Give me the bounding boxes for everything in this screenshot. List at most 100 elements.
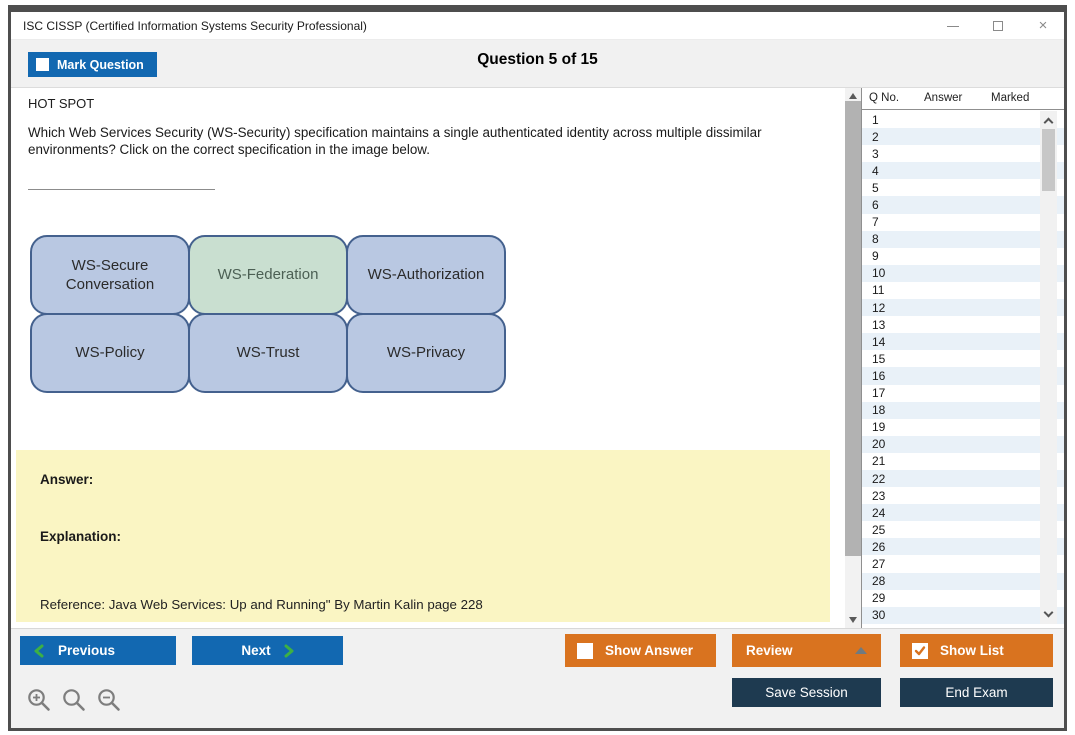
question-number: 16 [872,369,885,383]
question-list-row[interactable]: 4 [862,162,1064,179]
spec-box-label: WS-Privacy [387,343,465,363]
question-type-label: HOT SPOT [28,96,94,111]
review-label: Review [746,643,793,658]
question-list-row[interactable]: 18 [862,402,1064,419]
close-icon[interactable]: × [1036,19,1050,33]
question-list-row[interactable]: 23 [862,487,1064,504]
zoom-reset-icon[interactable] [61,687,87,713]
scroll-up-icon[interactable] [849,93,857,99]
spec-box-ws-secure-conversation[interactable]: WS-Secure Conversation [30,235,190,315]
question-number: 30 [872,608,885,622]
chevron-left-icon [34,644,44,658]
question-number: 27 [872,557,885,571]
scrollbar-thumb[interactable] [845,101,861,556]
spec-box-ws-trust[interactable]: WS-Trust [188,313,348,393]
zoom-out-icon[interactable] [96,687,122,713]
app-window: ISC CISSP (Certified Information Systems… [8,5,1067,731]
question-list-row[interactable]: 1 [862,111,1064,128]
zoom-in-icon[interactable] [26,687,52,713]
spec-box-label: WS-Federation [218,265,319,285]
spec-box-ws-policy[interactable]: WS-Policy [30,313,190,393]
column-header-answer: Answer [924,92,962,104]
question-list-row[interactable]: 2 [862,128,1064,145]
question-list-row[interactable]: 27 [862,555,1064,572]
scrollbar-thumb[interactable] [1042,129,1055,191]
question-number: 21 [872,454,885,468]
question-number: 4 [872,164,879,178]
question-list-row[interactable]: 20 [862,436,1064,453]
question-panel: HOT SPOT Which Web Services Security (WS… [11,88,845,628]
question-number: 14 [872,335,885,349]
question-panel-scrollbar[interactable] [845,88,861,628]
question-counter: Question 5 of 15 [11,51,1064,69]
spec-box-label: WS-Policy [75,343,144,363]
question-list-row[interactable]: 14 [862,333,1064,350]
question-list-row[interactable]: 3 [862,145,1064,162]
question-list-row[interactable]: 22 [862,470,1064,487]
spec-box-ws-federation[interactable]: WS-Federation [188,235,348,315]
spec-box-ws-privacy[interactable]: WS-Privacy [346,313,506,393]
question-number: 3 [872,147,879,161]
maximize-icon[interactable] [991,19,1005,33]
spec-box-label: WS-Secure Conversation [42,256,178,295]
next-button[interactable]: Next [192,636,343,665]
question-number: 7 [872,215,879,229]
question-list-row[interactable]: 15 [862,350,1064,367]
end-exam-button[interactable]: End Exam [900,678,1053,707]
scroll-up-icon[interactable] [1044,118,1054,128]
question-list-row[interactable]: 21 [862,453,1064,470]
show-list-button[interactable]: Show List [900,634,1053,667]
minimize-icon[interactable] [946,19,960,33]
question-number: 1 [872,113,879,127]
save-session-button[interactable]: Save Session [732,678,881,707]
question-list-row[interactable]: 5 [862,179,1064,196]
screen: ISC CISSP (Certified Information Systems… [0,0,1075,735]
question-list-row[interactable]: 17 [862,385,1064,402]
question-list-row[interactable]: 24 [862,504,1064,521]
question-list-row[interactable]: 26 [862,538,1064,555]
next-label: Next [241,643,270,658]
scroll-down-icon[interactable] [1044,608,1054,618]
spec-box-label: WS-Trust [237,343,300,363]
question-list-row[interactable]: 16 [862,367,1064,384]
question-list-row[interactable]: 30 [862,607,1064,624]
question-list-row[interactable]: 29 [862,590,1064,607]
show-list-checkbox[interactable] [912,643,928,659]
show-answer-checkbox[interactable] [577,643,593,659]
question-number: 15 [872,352,885,366]
question-list-row[interactable]: 11 [862,282,1064,299]
question-list-row[interactable]: 28 [862,573,1064,590]
header-bar: Mark Question Question 5 of 15 [11,40,1064,88]
question-list-row[interactable]: 12 [862,299,1064,316]
column-header-qno: Q No. [869,92,899,104]
question-number: 28 [872,574,885,588]
specification-diagram: WS-Secure Conversation WS-Federation WS-Au… [30,235,510,395]
question-list-scrollbar[interactable] [1040,111,1057,624]
question-number: 13 [872,318,885,332]
check-icon [914,645,926,657]
question-list-header: Q No. Answer Marked [862,88,1064,110]
question-list-row[interactable]: 6 [862,196,1064,213]
dropdown-arrow-icon [855,647,867,654]
scroll-down-icon[interactable] [849,617,857,623]
previous-button[interactable]: Previous [20,636,176,665]
question-list-row[interactable]: 9 [862,248,1064,265]
question-number: 25 [872,523,885,537]
question-list-row[interactable]: 7 [862,214,1064,231]
question-number: 8 [872,232,879,246]
question-number: 18 [872,403,885,417]
spec-box-ws-authorization[interactable]: WS-Authorization [346,235,506,315]
question-number: 5 [872,181,879,195]
show-answer-button[interactable]: Show Answer [565,634,716,667]
question-list-row[interactable]: 25 [862,521,1064,538]
question-number: 26 [872,540,885,554]
question-list-row[interactable]: 8 [862,231,1064,248]
question-list: 1234567891011121314151617181920212223242… [862,111,1064,625]
answer-blank-line [28,189,215,190]
question-number: 19 [872,420,885,434]
review-dropdown-button[interactable]: Review [732,634,881,667]
question-list-row[interactable]: 13 [862,316,1064,333]
question-list-row[interactable]: 19 [862,419,1064,436]
question-list-row[interactable]: 10 [862,265,1064,282]
explanation-label: Explanation: [40,529,121,544]
